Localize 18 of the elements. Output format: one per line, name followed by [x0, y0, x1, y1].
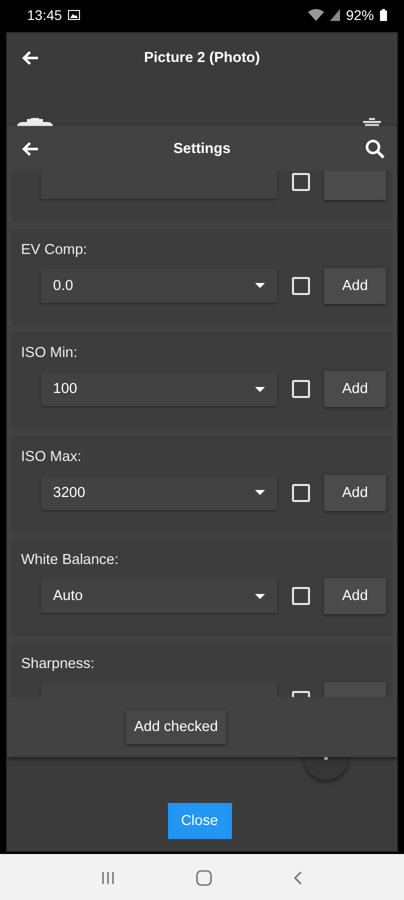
add-checked-button[interactable]: Add checked [126, 710, 226, 744]
clock-time: 13:45 [27, 7, 62, 23]
setting-label: ISO Min: [21, 344, 78, 363]
add-button[interactable]: Add [324, 578, 386, 614]
setting-label: ISO Max: [21, 448, 82, 466]
setting-label: Sharpness: [21, 654, 94, 674]
setting-label: EV Comp: [21, 240, 88, 260]
add-button[interactable]: Add [324, 371, 386, 407]
setting-label: White Balance: [21, 551, 119, 570]
add-button[interactable]: Add [324, 474, 386, 510]
dropdown-field[interactable]: Auto [41, 579, 277, 613]
dropdown-field[interactable]: 100 [41, 372, 277, 406]
settings-title: Settings [172, 140, 232, 156]
battery-percent: 92% [346, 7, 374, 23]
dropdown-field[interactable]: 0.0 [41, 268, 277, 302]
dialog-title: Picture 2 (Photo) [142, 50, 261, 66]
dropdown-field[interactable]: 3200 [41, 476, 277, 510]
add-button[interactable]: Add [324, 268, 386, 304]
